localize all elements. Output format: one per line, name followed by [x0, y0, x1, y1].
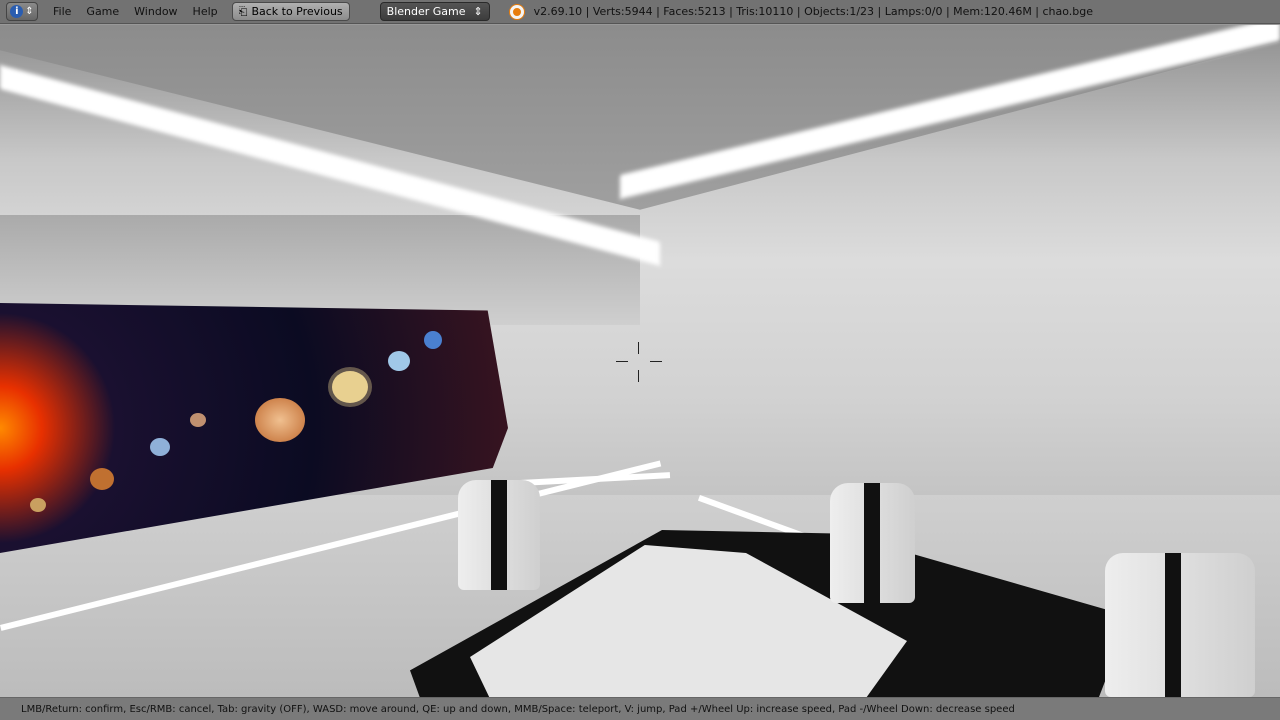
chair — [458, 480, 540, 590]
back-to-previous-button[interactable]: ⎗ Back to Previous — [231, 2, 350, 21]
blender-logo-icon — [509, 4, 524, 19]
planet — [388, 351, 410, 371]
menu-file[interactable]: File — [53, 5, 71, 18]
chair — [1105, 553, 1255, 697]
walk-navigation-help: LMB/Return: confirm, Esc/RMB: cancel, Ta… — [21, 703, 1015, 715]
render-engine-select[interactable]: Blender Game ⇕ — [379, 2, 490, 21]
menu-game[interactable]: Game — [86, 5, 119, 18]
updown-icon: ⇕ — [25, 6, 34, 17]
header-bar: i ⇕ File Game Window Help ⎗ Back to Previo… — [0, 0, 1280, 24]
planet — [150, 438, 170, 456]
3d-viewport[interactable] — [0, 25, 1280, 697]
menu-window[interactable]: Window — [134, 5, 177, 18]
planet — [90, 468, 114, 490]
planet — [30, 498, 46, 512]
planet-jupiter — [255, 398, 305, 442]
status-bar: LMB/Return: confirm, Esc/RMB: cancel, Ta… — [0, 697, 1280, 720]
editor-type-button[interactable]: i ⇕ — [6, 2, 38, 21]
planet-saturn — [332, 371, 368, 403]
crosshair-icon — [616, 342, 662, 382]
scene-stats: v2.69.10 | Verts:5944 | Faces:5213 | Tri… — [533, 5, 1094, 18]
chair — [830, 483, 915, 603]
info-icon: i — [10, 5, 24, 18]
planet — [190, 413, 206, 427]
menu-help[interactable]: Help — [193, 5, 218, 18]
updown-icon: ⇕ — [473, 5, 483, 18]
floor-light-strip — [520, 472, 671, 486]
planet — [424, 331, 442, 349]
back-screen-icon: ⎗ — [238, 4, 248, 18]
